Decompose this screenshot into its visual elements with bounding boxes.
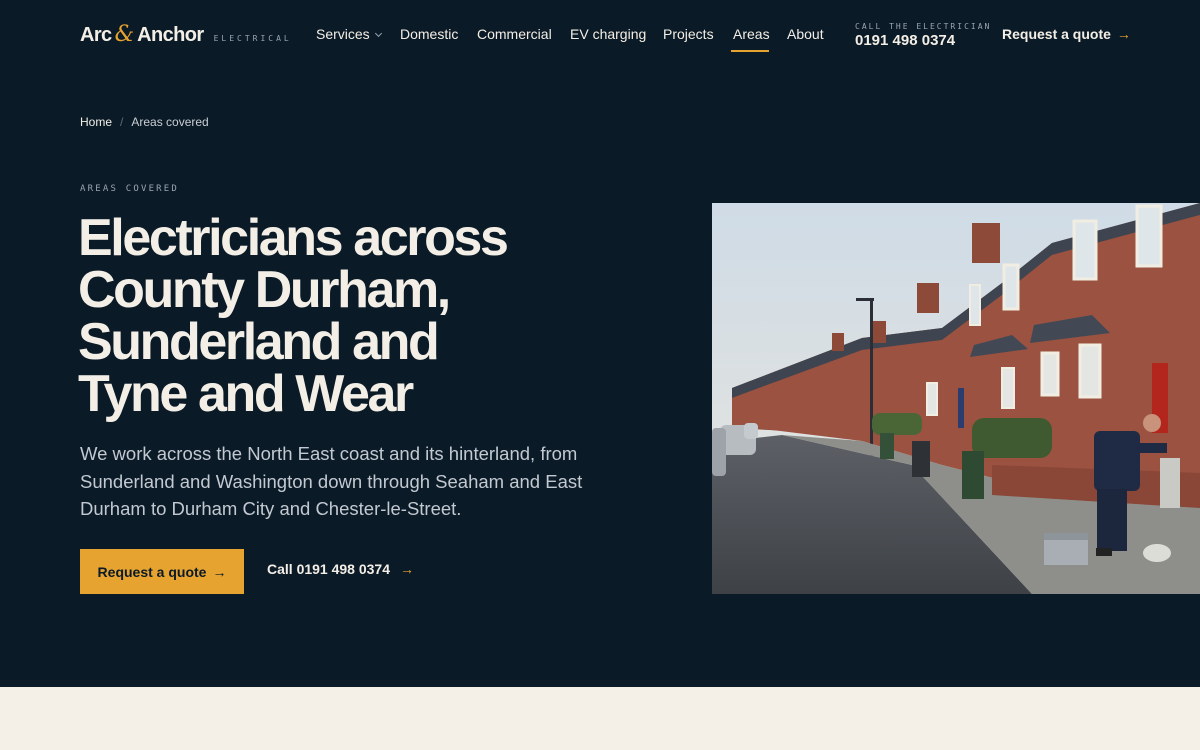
hero-eyebrow: AREAS COVERED <box>80 184 180 194</box>
header-phone[interactable]: CALL THE ELECTRICIAN 0191 498 0374 <box>855 22 991 49</box>
nav-item-areas[interactable]: Areas <box>733 26 770 42</box>
nav-active-indicator <box>731 50 769 52</box>
breadcrumb-current: Areas covered <box>131 115 209 129</box>
page-title: Electricians across County Durham, Sunde… <box>78 212 638 420</box>
logo-word-arc: Arc <box>80 24 112 46</box>
request-quote-button[interactable]: Request a quote → <box>80 549 244 594</box>
nav-item-projects[interactable]: Projects <box>663 26 714 42</box>
breadcrumb-separator: / <box>120 115 124 129</box>
site-header: Arc & Anchor ELECTRICAL Services Domesti… <box>0 0 1200 72</box>
title-line: Electricians across <box>78 209 509 267</box>
call-link-label: Call 0191 498 0374 <box>267 561 390 577</box>
arrow-right-icon: → <box>400 561 414 577</box>
breadcrumb: Home / Areas covered <box>80 115 209 129</box>
header-request-quote-link[interactable]: Request a quote → <box>1002 26 1131 42</box>
nav-item-domestic[interactable]: Domestic <box>400 26 458 42</box>
nav-item-commercial[interactable]: Commercial <box>477 26 552 42</box>
terraced-street-photo <box>712 203 1200 594</box>
phone-label: CALL THE ELECTRICIAN <box>855 22 992 31</box>
nav-item-services[interactable]: Services <box>316 26 382 42</box>
title-line: Sunderland and <box>78 313 440 371</box>
nav-item-about[interactable]: About <box>787 26 824 42</box>
call-phone-link[interactable]: Call 0191 498 0374 → <box>267 561 414 577</box>
logo-ampersand: & <box>114 22 135 47</box>
title-line: Tyne and Wear <box>78 365 414 423</box>
nav-item-ev-charging[interactable]: EV charging <box>570 26 646 42</box>
nav-item-label: Services <box>316 26 370 42</box>
breadcrumb-home[interactable]: Home <box>80 115 112 129</box>
brand-logo[interactable]: Arc & Anchor ELECTRICAL <box>80 22 292 47</box>
request-quote-label: Request a quote <box>97 563 207 580</box>
logo-tagline: ELECTRICAL <box>213 34 292 43</box>
logo-word-anchor: Anchor <box>137 24 204 46</box>
arrow-right-icon: → <box>1116 26 1131 42</box>
header-cta-label: Request a quote <box>1002 26 1111 42</box>
hero-description: We work across the North East coast and … <box>80 443 583 519</box>
title-line: County Durham, <box>78 261 451 319</box>
chevron-down-icon <box>374 29 382 38</box>
phone-number: 0191 498 0374 <box>855 32 956 49</box>
next-section-band <box>0 687 1200 750</box>
arrow-right-icon: → <box>212 563 227 580</box>
